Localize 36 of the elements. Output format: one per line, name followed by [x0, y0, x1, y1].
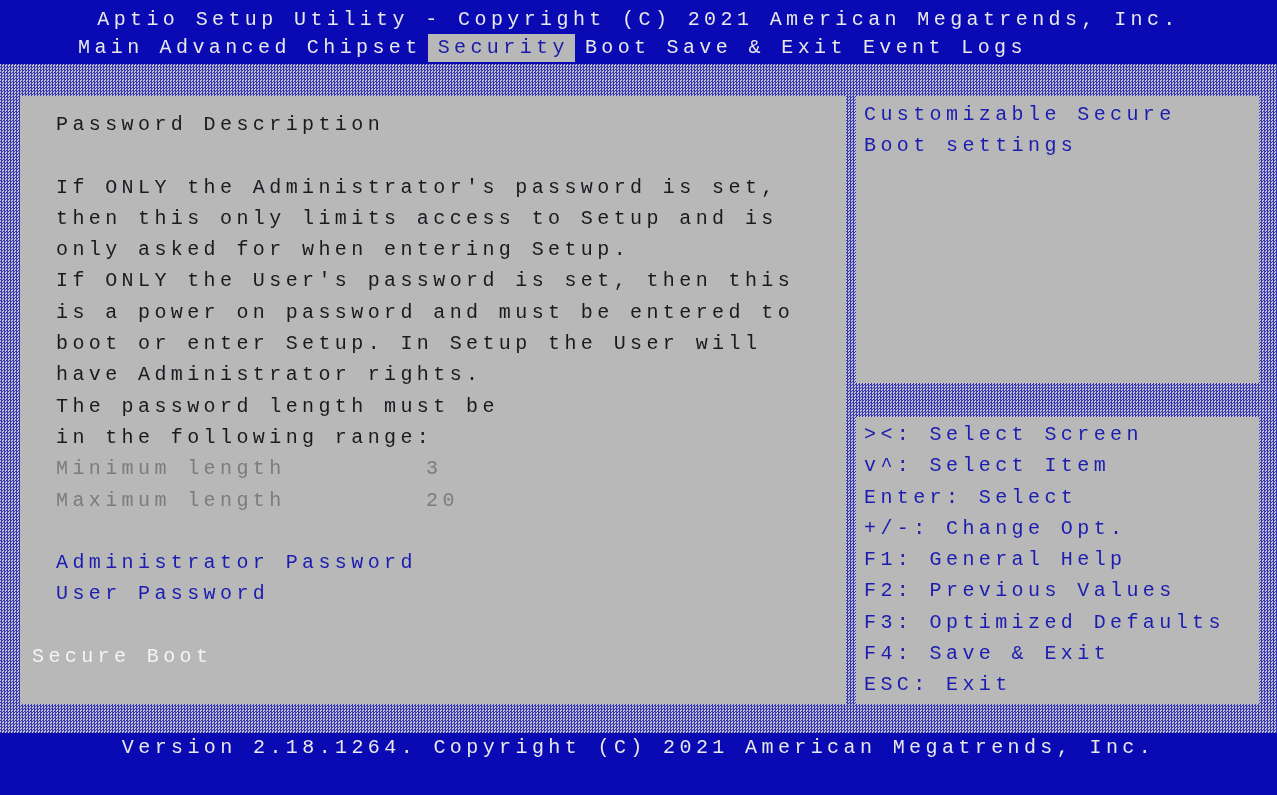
menu-item[interactable]: User Password: [56, 578, 270, 610]
setting-value: 3: [426, 456, 443, 483]
key-hint: +/-: Change Opt.: [864, 515, 1127, 542]
key-hint: F2: Previous Values: [864, 578, 1176, 605]
description-text: If ONLY the User's password is set, then this: [56, 268, 795, 295]
menu-item[interactable]: Administrator Password: [56, 547, 417, 579]
key-hint: ><: Select Screen: [864, 422, 1143, 448]
version-text: Version 2.18.1264. Copyright (C) 2021 American Megatrends, Inc.: [121, 735, 1156, 761]
help-text: Customizable Secure: [864, 102, 1176, 128]
key-hint: F1: General Help: [864, 547, 1127, 574]
menu-tab[interactable]: Main: [68, 34, 150, 62]
description-text: If ONLY the Administrator's password is set,: [56, 174, 778, 201]
help-text: Boot settings: [864, 133, 1078, 160]
menu-tab[interactable]: Boot: [574, 34, 657, 62]
description-text: in the following range:: [56, 424, 434, 451]
key-hint: Enter: Select: [864, 484, 1078, 511]
menu-tab[interactable]: Event Logs: [852, 34, 1033, 62]
description-text: boot or enter Setup. In Setup the User will: [56, 331, 762, 358]
description-text: is a power on password and must be entered to: [56, 299, 795, 326]
description-text: The password length must be: [56, 393, 499, 420]
section-heading: Password Description: [56, 112, 385, 138]
key-hint: ESC: Exit: [864, 672, 1012, 699]
setting-label: Maximum length: [56, 487, 287, 514]
key-hint: F3: Optimized Defaults: [864, 609, 1225, 636]
setting-value: 20: [426, 487, 459, 514]
window-title: Aptio Setup Utility - Copyright (C) 2021 American Megatrends, Inc.: [97, 7, 1180, 33]
menu-tab[interactable]: Save & Exit: [656, 34, 853, 62]
description-text: then this only limits access to Setup and is: [56, 205, 778, 232]
description-text: only asked for when entering Setup.: [56, 237, 631, 264]
description-text: have Administrator rights.: [56, 362, 483, 389]
menu-tab[interactable]: Security: [427, 34, 575, 62]
setting-label: Minimum length: [56, 456, 287, 483]
key-hint: F4: Save & Exit: [864, 641, 1111, 668]
menu-tab[interactable]: Chipset: [296, 34, 428, 62]
key-hint: v^: Select Item: [864, 453, 1111, 480]
menu-tab[interactable]: Advanced: [149, 34, 297, 62]
